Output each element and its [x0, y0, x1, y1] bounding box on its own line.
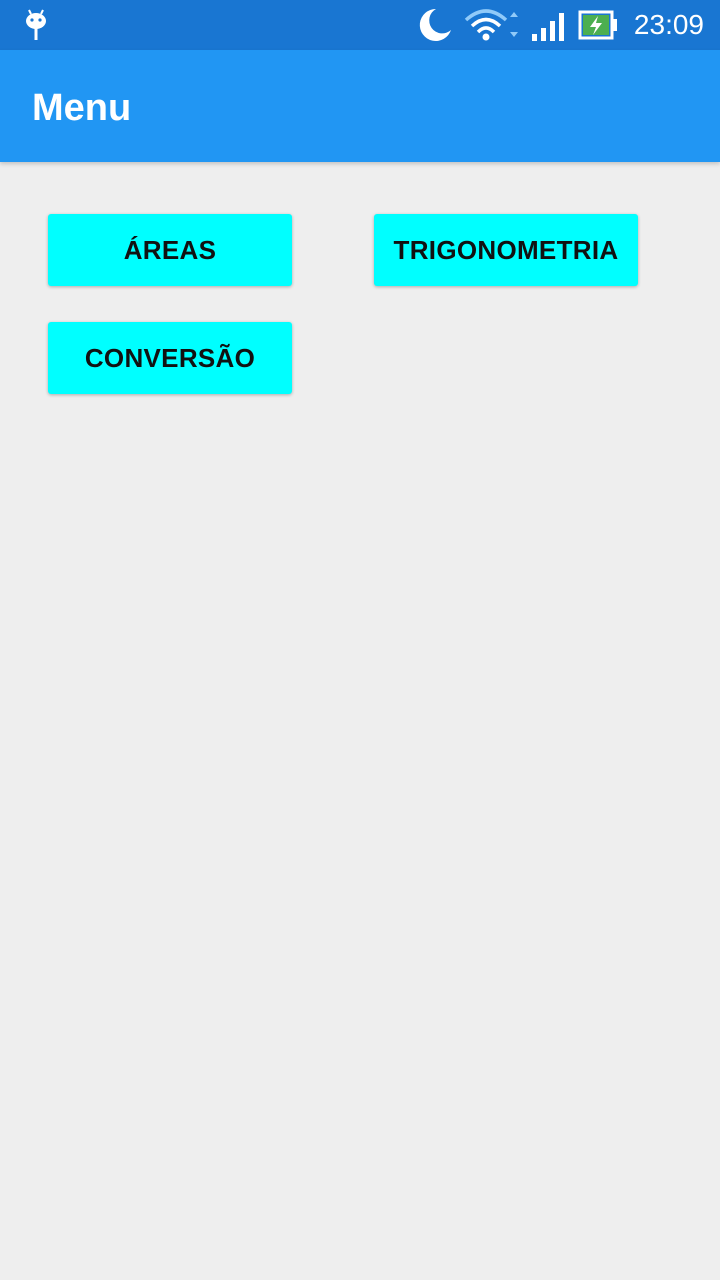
areas-button[interactable]: ÁREAS — [48, 214, 292, 286]
trigonometria-button[interactable]: TRIGONOMETRIA — [374, 214, 638, 286]
moon-icon — [419, 8, 451, 41]
status-bar: 23:09 — [0, 0, 720, 50]
status-clock: 23:09 — [633, 9, 704, 40]
battery-charging-icon — [578, 10, 617, 40]
android-icon — [26, 9, 46, 40]
page-title: Menu — [32, 87, 132, 129]
app-bar: Menu — [0, 50, 720, 162]
wifi-icon — [464, 9, 518, 41]
conversao-button[interactable]: CONVERSÃO — [48, 322, 292, 394]
signal-icon — [532, 13, 564, 41]
